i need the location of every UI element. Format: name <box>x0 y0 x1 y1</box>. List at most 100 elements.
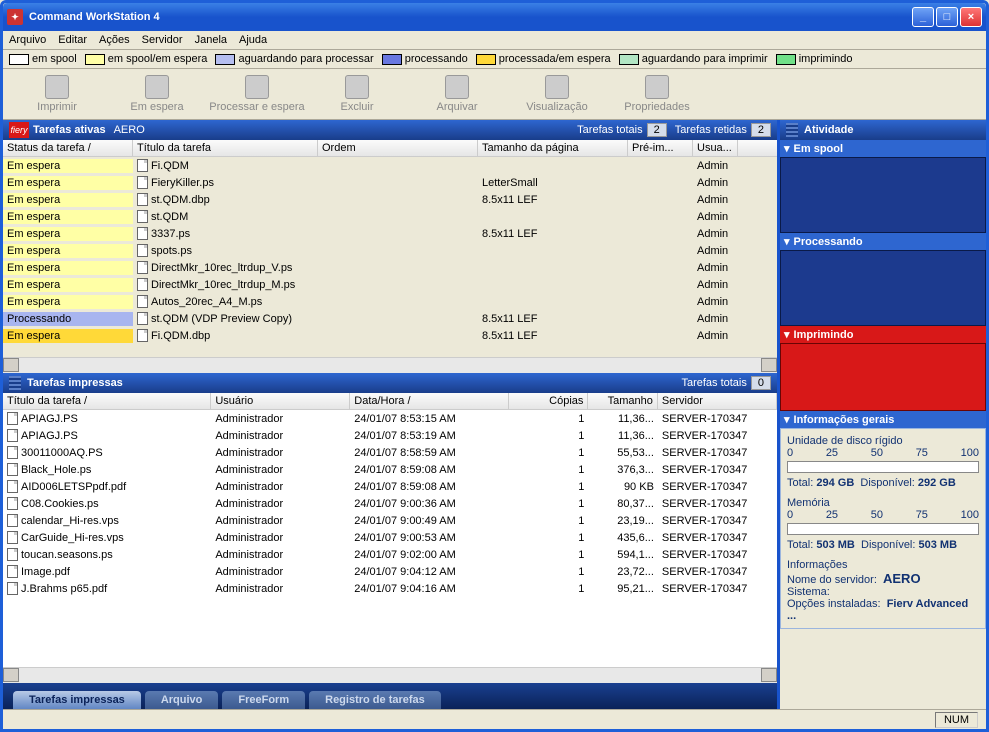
column-header[interactable]: Título da tarefa / <box>3 393 211 409</box>
active-held-label: Tarefas retidas <box>675 124 747 136</box>
column-header[interactable]: Tamanho <box>588 393 658 409</box>
tool-propriedades[interactable]: Propriedades <box>607 73 707 115</box>
activity-title: Atividade <box>804 124 854 136</box>
table-row[interactable]: toucan.seasons.psAdministrador24/01/07 9… <box>3 546 777 563</box>
table-row[interactable]: APIAGJ.PSAdministrador24/01/07 8:53:15 A… <box>3 410 777 427</box>
active-totals: 2 <box>647 123 667 137</box>
close-button[interactable]: × <box>960 7 982 27</box>
tool-arquivar[interactable]: Arquivar <box>407 73 507 115</box>
table-row[interactable]: Processandost.QDM (VDP Preview Copy)8.5x… <box>3 310 777 327</box>
tab-tarefas-impressas[interactable]: Tarefas impressas <box>13 691 141 709</box>
printing-header[interactable]: ▾Imprimindo <box>780 326 986 343</box>
column-header[interactable]: Ordem <box>318 140 478 156</box>
table-row[interactable]: calendar_Hi-res.vpsAdministrador24/01/07… <box>3 512 777 529</box>
column-header[interactable]: Pré-im... <box>628 140 693 156</box>
table-row[interactable]: AID006LETSPpdf.pdfAdministrador24/01/07 … <box>3 478 777 495</box>
spool-header[interactable]: ▾Em spool <box>780 140 986 157</box>
tool-processar-e-espera[interactable]: Processar e espera <box>207 73 307 115</box>
column-header[interactable]: Status da tarefa / <box>3 140 133 156</box>
printed-totals-label: Tarefas totais <box>681 377 746 389</box>
tool-excluir[interactable]: Excluir <box>307 73 407 115</box>
tab-freeform[interactable]: FreeForm <box>222 691 305 709</box>
legend-label: em spool <box>29 53 77 65</box>
tool-imprimir[interactable]: Imprimir <box>7 73 107 115</box>
table-row[interactable]: Black_Hole.psAdministrador24/01/07 8:59:… <box>3 461 777 478</box>
chevron-down-icon: ▾ <box>784 413 790 426</box>
chevron-down-icon: ▾ <box>784 142 790 155</box>
column-header[interactable]: Usuário <box>211 393 350 409</box>
printed-hscroll[interactable] <box>3 667 777 683</box>
table-row[interactable]: J.Brahms p65.pdfAdministrador24/01/07 9:… <box>3 580 777 597</box>
tool-icon <box>345 75 369 99</box>
legend-label: processando <box>402 53 468 65</box>
column-header[interactable]: Cópias <box>509 393 588 409</box>
active-grid[interactable]: Em esperaFi.QDMAdminEm esperaFieryKiller… <box>3 157 777 357</box>
table-row[interactable]: Em esperaFi.QDM.dbp8.5x11 LEFAdmin <box>3 327 777 344</box>
tool-icon <box>45 75 69 99</box>
table-row[interactable]: Image.pdfAdministrador24/01/07 9:04:12 A… <box>3 563 777 580</box>
column-header[interactable]: Data/Hora / <box>350 393 509 409</box>
printed-grid[interactable]: APIAGJ.PSAdministrador24/01/07 8:53:15 A… <box>3 410 777 667</box>
table-row[interactable]: Em espera3337.ps8.5x11 LEFAdmin <box>3 225 777 242</box>
menu-servidor[interactable]: Servidor <box>142 34 183 46</box>
table-row[interactable]: CarGuide_Hi-res.vpsAdministrador24/01/07… <box>3 529 777 546</box>
table-row[interactable]: Em esperaDirectMkr_10rec_ltrdup_V.psAdmi… <box>3 259 777 276</box>
menu-ajuda[interactable]: Ajuda <box>239 34 267 46</box>
status-bar: NUM <box>3 709 986 729</box>
printed-columns[interactable]: Título da tarefa /UsuárioData/Hora /Cópi… <box>3 393 777 410</box>
table-row[interactable]: 30011000AQ.PSAdministrador24/01/07 8:58:… <box>3 444 777 461</box>
tool-em-espera[interactable]: Em espera <box>107 73 207 115</box>
tool-visualização[interactable]: Visualização <box>507 73 607 115</box>
mem-meter <box>787 523 979 535</box>
menu-editar[interactable]: Editar <box>58 34 87 46</box>
minimize-button[interactable]: _ <box>912 7 934 27</box>
menu-ações[interactable]: Ações <box>99 34 130 46</box>
tab-registro-de-tarefas[interactable]: Registro de tarefas <box>309 691 441 709</box>
tool-icon <box>545 75 569 99</box>
tab-arquivo[interactable]: Arquivo <box>145 691 219 709</box>
tool-icon <box>145 75 169 99</box>
column-header[interactable]: Título da tarefa <box>133 140 318 156</box>
legend-swatch <box>776 54 796 65</box>
info-header[interactable]: ▾Informações gerais <box>780 411 986 428</box>
processing-header[interactable]: ▾Processando <box>780 233 986 250</box>
table-row[interactable]: Em esperast.QDMAdmin <box>3 208 777 225</box>
toolbar: ImprimirEm esperaProcessar e esperaExclu… <box>3 69 986 120</box>
file-icon <box>7 582 18 595</box>
active-panel-header: fiery Tarefas ativas AERO Tarefas totais… <box>3 120 777 140</box>
active-totals-label: Tarefas totais <box>577 124 642 136</box>
active-columns[interactable]: Status da tarefa /Título da tarefaOrdemT… <box>3 140 777 157</box>
printed-totals: 0 <box>751 376 771 390</box>
table-row[interactable]: Em esperast.QDM.dbp8.5x11 LEFAdmin <box>3 191 777 208</box>
table-row[interactable]: APIAGJ.PSAdministrador24/01/07 8:53:19 A… <box>3 427 777 444</box>
active-hscroll[interactable] <box>3 357 777 373</box>
maximize-button[interactable]: □ <box>936 7 958 27</box>
menu-arquivo[interactable]: Arquivo <box>9 34 46 46</box>
titlebar[interactable]: ✦ Command WorkStation 4 _ □ × <box>3 3 986 31</box>
file-icon <box>7 412 18 425</box>
table-row[interactable]: Em esperaAutos_20rec_A4_M.psAdmin <box>3 293 777 310</box>
legend-bar: em spool em spool/em espera aguardando p… <box>3 50 986 69</box>
table-row[interactable]: Em esperaDirectMkr_10rec_ltrdup_M.psAdmi… <box>3 276 777 293</box>
fiery-icon: fiery <box>9 122 29 138</box>
file-icon <box>7 514 18 527</box>
legend-label: processada/em espera <box>496 53 611 65</box>
printing-box <box>780 343 986 411</box>
table-row[interactable]: Em esperaspots.psAdmin <box>3 242 777 259</box>
processing-box <box>780 250 986 326</box>
legend-swatch <box>9 54 29 65</box>
legend-label: aguardando para processar <box>235 53 373 65</box>
table-row[interactable]: C08.Cookies.psAdministrador24/01/07 9:00… <box>3 495 777 512</box>
file-icon <box>137 312 148 325</box>
column-header[interactable]: Tamanho da página <box>478 140 628 156</box>
file-icon <box>137 244 148 257</box>
table-row[interactable]: Em esperaFi.QDMAdmin <box>3 157 777 174</box>
column-header[interactable]: Servidor <box>658 393 777 409</box>
file-icon <box>137 261 148 274</box>
menu-janela[interactable]: Janela <box>195 34 227 46</box>
column-header[interactable]: Usua... <box>693 140 738 156</box>
app-icon: ✦ <box>7 9 23 25</box>
table-row[interactable]: Em esperaFieryKiller.psLetterSmallAdmin <box>3 174 777 191</box>
activity-header: Atividade <box>780 120 986 140</box>
tool-icon <box>645 75 669 99</box>
